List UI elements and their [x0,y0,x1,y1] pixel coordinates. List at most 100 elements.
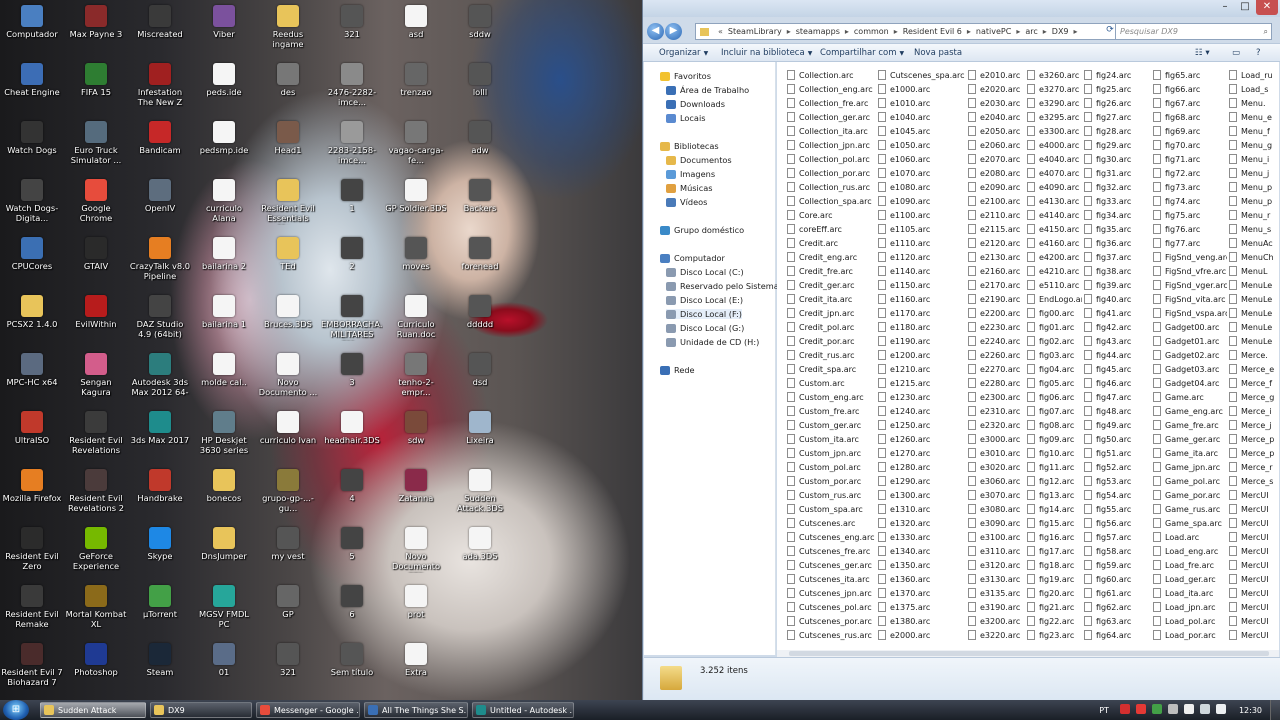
file-item[interactable]: fig53.arc [1084,474,1150,488]
file-item[interactable]: Cutscenes.arc [787,516,875,530]
file-item[interactable]: e3060.arc [968,474,1024,488]
scrollbar-thumb[interactable] [789,651,1269,656]
toolbar-button[interactable]: Organizar ▼ [659,48,708,58]
file-item[interactable]: e2270.arc [968,362,1024,376]
nav-item[interactable]: Bibliotecas [660,141,719,151]
file-item[interactable]: fig52.arc [1084,460,1150,474]
file-item[interactable]: Load_fre.arc [1153,558,1227,572]
file-item[interactable]: e1070.arc [878,166,966,180]
file-item[interactable]: fig04.arc [1027,362,1082,376]
desktop-icon[interactable]: Novo Documento ... [257,350,319,408]
file-item[interactable]: e1045.arc [878,124,966,138]
file-item[interactable]: fig01.arc [1027,320,1082,334]
desktop-icon[interactable]: grupo-gp-...-gu... [257,466,319,524]
file-item[interactable]: FigSnd_vspa.arc [1153,306,1227,320]
file-item[interactable]: MercUI [1229,628,1279,642]
taskbar-item[interactable]: DX9 [150,702,252,718]
desktop-icon[interactable]: trenzao [385,60,447,118]
file-item[interactable]: e1240.arc [878,404,966,418]
desktop-icon[interactable]: Cheat Engine [1,60,63,118]
file-item[interactable]: MercUI [1229,586,1279,600]
file-item[interactable]: e2160.arc [968,264,1024,278]
file-item[interactable]: fig57.arc [1084,530,1150,544]
nav-item[interactable]: Unidade de CD (H:) [666,337,759,347]
file-item[interactable]: e3010.arc [968,446,1024,460]
desktop-icon[interactable]: Autodesk 3ds Max 2012 64-b... [129,350,191,408]
desktop-icon[interactable]: Steam [129,640,191,698]
file-item[interactable]: fig54.arc [1084,488,1150,502]
file-item[interactable]: fig59.arc [1084,558,1150,572]
desktop-icon[interactable]: 2 [321,234,383,292]
desktop-icon[interactable]: Zatanna [385,466,447,524]
file-item[interactable]: fig64.arc [1084,628,1150,642]
file-item[interactable]: e1170.arc [878,306,966,320]
file-item[interactable]: e3100.arc [968,530,1024,544]
file-item[interactable]: e3190.arc [968,600,1024,614]
desktop-icon[interactable]: 01 [193,640,255,698]
file-item[interactable]: Gadget03.arc [1153,362,1227,376]
file-item[interactable]: e2110.arc [968,208,1024,222]
file-item[interactable]: Menu_i [1229,152,1279,166]
file-item[interactable]: e1060.arc [878,152,966,166]
file-item[interactable]: e2020.arc [968,82,1024,96]
file-item[interactable]: fig32.arc [1084,180,1150,194]
file-item[interactable]: Collection_ger.arc [787,110,875,124]
desktop-icon[interactable]: Bandicam [129,118,191,176]
file-item[interactable]: MercUI [1229,544,1279,558]
file-item[interactable]: e1300.arc [878,488,966,502]
desktop-icon[interactable]: Euro Truck Simulator ... [65,118,127,176]
nav-item[interactable]: Reservado pelo Sistema (D: [666,281,794,291]
file-item[interactable]: e1105.arc [878,222,966,236]
file-item[interactable]: Load_ru [1229,68,1279,82]
file-item[interactable]: fig20.arc [1027,586,1082,600]
back-button[interactable]: ◀ [647,23,664,40]
breadcrumb-item[interactable]: DX9 [1052,27,1069,36]
file-item[interactable]: Merce_e [1229,362,1279,376]
file-item[interactable]: Credit_ita.arc [787,292,875,306]
file-item[interactable]: MercUI [1229,502,1279,516]
file-item[interactable]: e1310.arc [878,502,966,516]
file-item[interactable]: e3295.arc [1027,110,1082,124]
file-item[interactable]: Load_ger.arc [1153,572,1227,586]
file-item[interactable]: e1350.arc [878,558,966,572]
file-item[interactable]: Collection_spa.arc [787,194,875,208]
file-item[interactable]: e2010.arc [968,68,1024,82]
file-item[interactable]: Menu_p [1229,180,1279,194]
file-item[interactable]: Gadget00.arc [1153,320,1227,334]
file-item[interactable]: EndLogo.arc [1027,292,1082,306]
file-item[interactable]: fig58.arc [1084,544,1150,558]
file-item[interactable]: e3110.arc [968,544,1024,558]
breadcrumb-separator-icon[interactable]: ▸ [845,27,849,36]
file-item[interactable]: Merce_j [1229,418,1279,432]
nav-item[interactable]: Grupo doméstico [660,225,744,235]
file-item[interactable]: Cutscenes_pol.arc [787,600,875,614]
file-item[interactable]: e1080.arc [878,180,966,194]
file-item[interactable]: Credit_jpn.arc [787,306,875,320]
file-item[interactable]: Merce_i [1229,404,1279,418]
desktop-icon[interactable]: PCSX2 1.4.0 [1,292,63,350]
file-item[interactable]: e2300.arc [968,390,1024,404]
file-item[interactable]: Game_jpn.arc [1153,460,1227,474]
desktop-icon[interactable]: my vest [257,524,319,582]
file-item[interactable]: Game_por.arc [1153,488,1227,502]
file-item[interactable]: e1090.arc [878,194,966,208]
file-item[interactable]: fig06.arc [1027,390,1082,404]
desktop-icon[interactable]: GP [257,582,319,640]
file-item[interactable]: Collection_por.arc [787,166,875,180]
file-item[interactable]: fig51.arc [1084,446,1150,460]
file-item[interactable]: Game_rus.arc [1153,502,1227,516]
file-item[interactable]: e3120.arc [968,558,1024,572]
file-item[interactable]: Cutscenes_rus.arc [787,628,875,642]
file-item[interactable]: fig55.arc [1084,502,1150,516]
desktop-icon[interactable]: Watch Dogs-Digita... [1,176,63,234]
file-item[interactable]: e2115.arc [968,222,1024,236]
file-item[interactable]: e1120.arc [878,250,966,264]
file-item[interactable]: e2190.arc [968,292,1024,306]
file-item[interactable]: fig17.arc [1027,544,1082,558]
tray-red2-icon[interactable] [1135,704,1146,714]
desktop-icon[interactable]: Watch Dogs [1,118,63,176]
file-item[interactable]: Credit_spa.arc [787,362,875,376]
toolbar-button[interactable]: Compartilhar com ▼ [820,48,904,58]
nav-item[interactable]: Músicas [666,183,713,193]
file-item[interactable]: e3260.arc [1027,68,1082,82]
